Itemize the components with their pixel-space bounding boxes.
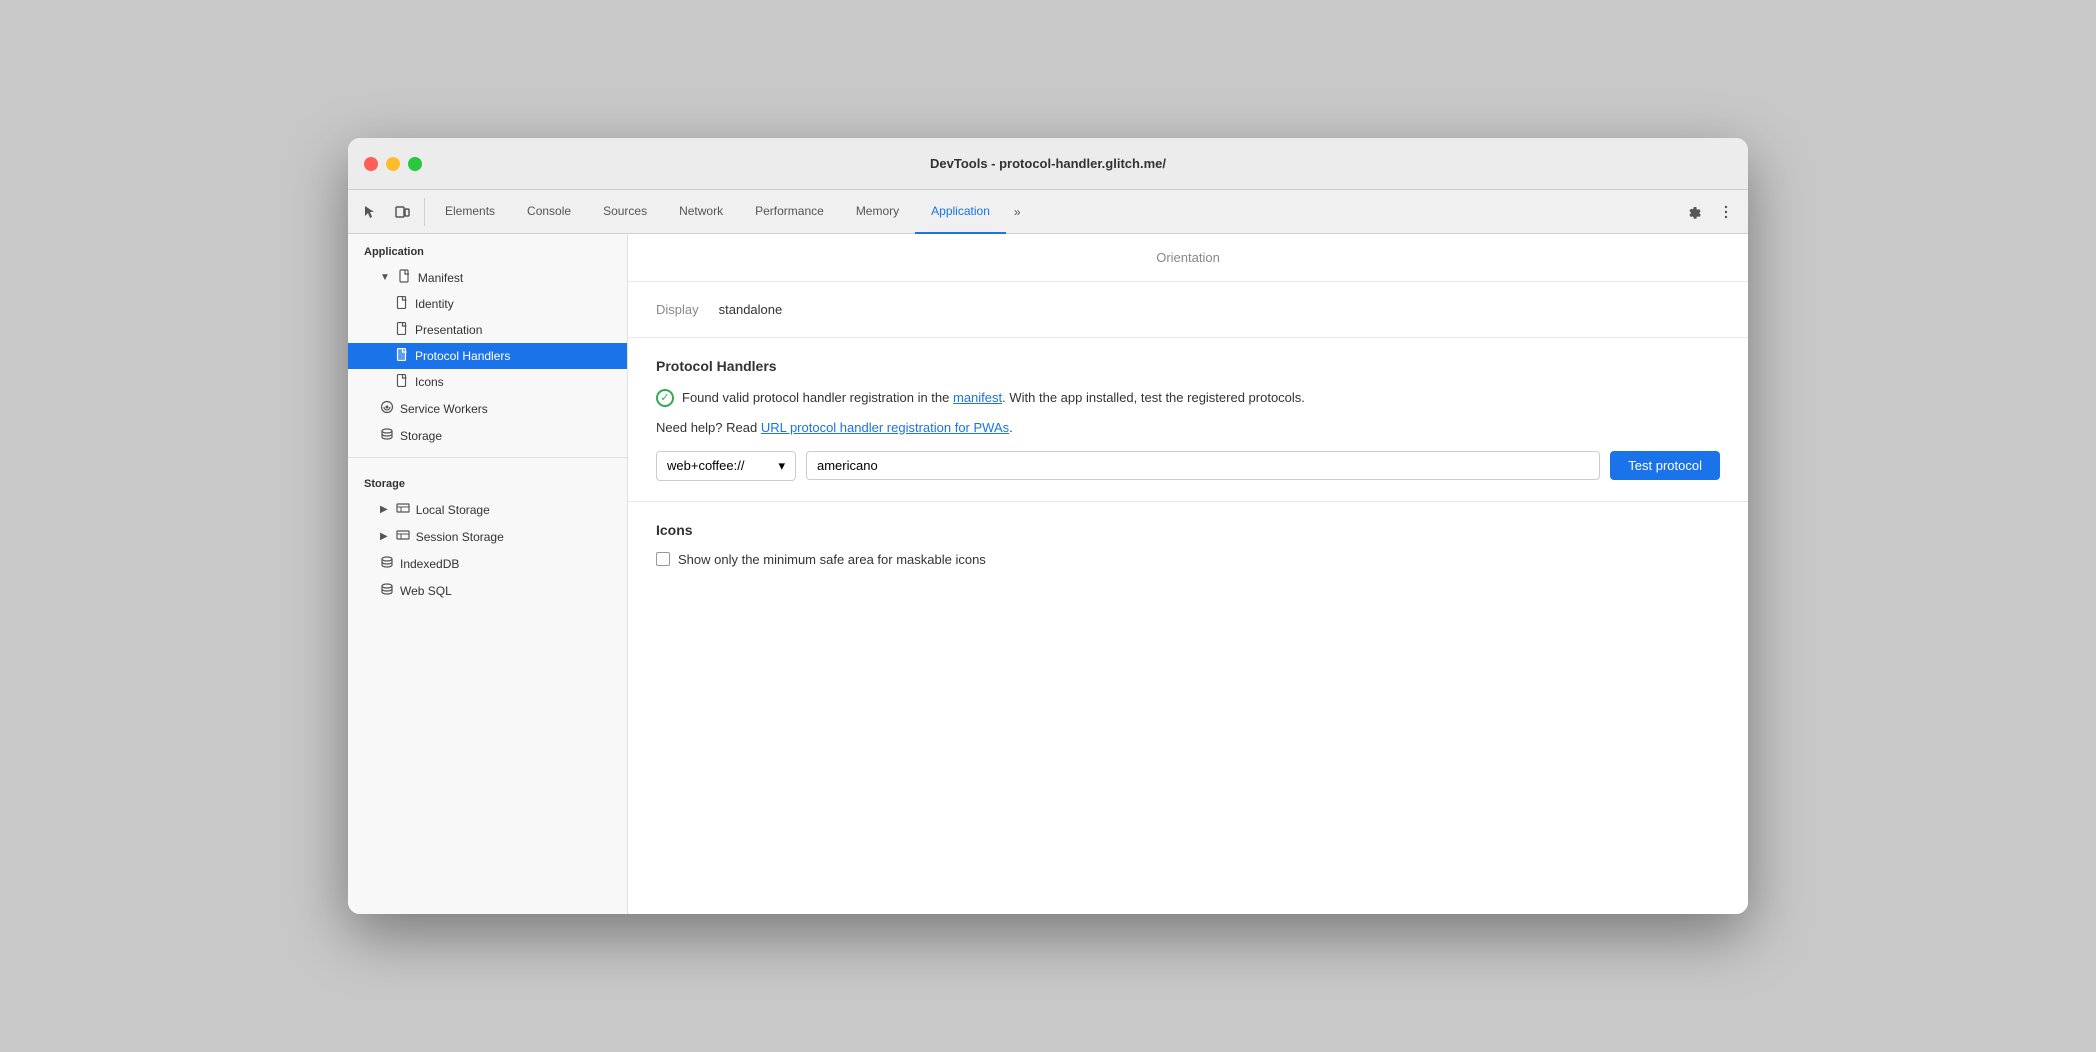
sidebar-item-protocol-handlers[interactable]: Protocol Handlers xyxy=(348,343,627,369)
help-post-text: . xyxy=(1009,420,1013,435)
tab-network[interactable]: Network xyxy=(663,190,739,234)
maskable-checkbox[interactable] xyxy=(656,552,670,566)
sidebar-divider xyxy=(348,457,627,458)
settings-icon[interactable] xyxy=(1680,198,1708,226)
tab-sources[interactable]: Sources xyxy=(587,190,663,234)
more-options-icon[interactable] xyxy=(1712,198,1740,226)
triangle-icon: ▼ xyxy=(380,272,390,283)
protocol-select-value: web+coffee:// xyxy=(667,458,772,473)
tabbar: Elements Console Sources Network Perform… xyxy=(348,190,1748,234)
devtools-window: DevTools - protocol-handler.glitch.me/ E… xyxy=(348,138,1748,914)
sidebar-item-local-storage-label: Local Storage xyxy=(416,503,611,517)
session-storage-triangle-icon: ▶ xyxy=(380,531,388,542)
sidebar: Application ▼ Manifest xyxy=(348,234,628,914)
pwa-link[interactable]: URL protocol handler registration for PW… xyxy=(761,420,1009,435)
inspect-icon[interactable] xyxy=(356,198,384,226)
display-label: Display xyxy=(656,302,699,317)
more-tabs-button[interactable]: » xyxy=(1006,190,1029,234)
chevron-down-icon: ▾ xyxy=(778,458,785,474)
success-post-text: . With the app installed, test the regis… xyxy=(1002,390,1305,405)
icons-section: Icons Show only the minimum safe area fo… xyxy=(628,502,1748,587)
service-workers-icon xyxy=(380,400,394,417)
sidebar-item-session-storage[interactable]: ▶ Session Storage xyxy=(348,523,627,550)
sidebar-item-service-workers-label: Service Workers xyxy=(400,402,611,416)
orientation-row: Orientation xyxy=(628,234,1748,282)
local-storage-triangle-icon: ▶ xyxy=(380,504,388,515)
sidebar-item-manifest[interactable]: ▼ Manifest xyxy=(348,264,627,291)
protocol-input[interactable] xyxy=(806,451,1600,480)
sidebar-item-web-sql[interactable]: Web SQL xyxy=(348,577,627,604)
sidebar-item-web-sql-label: Web SQL xyxy=(400,584,611,598)
tabbar-actions xyxy=(1680,198,1740,226)
storage-section-title: Storage xyxy=(348,466,627,496)
orientation-label: Orientation xyxy=(1156,250,1220,265)
protocol-row: web+coffee:// ▾ Test protocol xyxy=(656,451,1720,481)
protocol-select[interactable]: web+coffee:// ▾ xyxy=(656,451,796,481)
sidebar-item-icons[interactable]: Icons xyxy=(348,369,627,395)
traffic-lights xyxy=(364,157,422,171)
success-pre-text: Found valid protocol handler registratio… xyxy=(682,390,953,405)
icons-title: Icons xyxy=(656,522,1720,538)
tab-console[interactable]: Console xyxy=(511,190,587,234)
presentation-file-icon xyxy=(396,322,409,338)
display-value: standalone xyxy=(719,302,783,317)
minimize-button[interactable] xyxy=(386,157,400,171)
maximize-button[interactable] xyxy=(408,157,422,171)
tab-application[interactable]: Application xyxy=(915,190,1006,234)
icons-file-icon xyxy=(396,374,409,390)
session-storage-icon xyxy=(396,528,410,545)
sidebar-item-indexeddb[interactable]: IndexedDB xyxy=(348,550,627,577)
indexeddb-icon xyxy=(380,555,394,572)
window-title: DevTools - protocol-handler.glitch.me/ xyxy=(930,156,1166,171)
sidebar-item-icons-label: Icons xyxy=(415,375,611,389)
local-storage-icon xyxy=(396,501,410,518)
sidebar-item-storage-label: Storage xyxy=(400,429,611,443)
web-sql-icon xyxy=(380,582,394,599)
sidebar-item-protocol-handlers-label: Protocol Handlers xyxy=(415,349,611,363)
sidebar-item-manifest-label: Manifest xyxy=(418,271,611,285)
storage-icon xyxy=(380,427,394,444)
sidebar-item-indexeddb-label: IndexedDB xyxy=(400,557,611,571)
maskable-icons-row: Show only the minimum safe area for mask… xyxy=(656,552,1720,567)
protocol-handlers-section: Protocol Handlers ✓ Found valid protocol… xyxy=(628,338,1748,502)
devtools-tool-icons xyxy=(356,198,425,226)
main-content: Application ▼ Manifest xyxy=(348,234,1748,914)
app-section-title: Application xyxy=(348,234,627,264)
tab-memory[interactable]: Memory xyxy=(840,190,915,234)
manifest-link[interactable]: manifest xyxy=(953,390,1002,405)
sidebar-item-session-storage-label: Session Storage xyxy=(416,530,611,544)
sidebar-item-storage[interactable]: Storage xyxy=(348,422,627,449)
help-pre-text: Need help? Read xyxy=(656,420,761,435)
content-area: Orientation Display standalone Protocol … xyxy=(628,234,1748,914)
close-button[interactable] xyxy=(364,157,378,171)
manifest-file-icon xyxy=(398,269,412,286)
sidebar-item-service-workers[interactable]: Service Workers xyxy=(348,395,627,422)
device-icon[interactable] xyxy=(388,198,416,226)
sidebar-item-identity-label: Identity xyxy=(415,297,611,311)
success-checkmark-icon: ✓ xyxy=(656,389,674,407)
display-row: Display standalone xyxy=(628,282,1748,338)
help-text-row: Need help? Read URL protocol handler reg… xyxy=(656,420,1720,435)
sidebar-item-local-storage[interactable]: ▶ Local Storage xyxy=(348,496,627,523)
test-protocol-button[interactable]: Test protocol xyxy=(1610,451,1720,480)
tab-elements[interactable]: Elements xyxy=(429,190,511,234)
sidebar-item-identity[interactable]: Identity xyxy=(348,291,627,317)
success-text: Found valid protocol handler registratio… xyxy=(682,388,1305,408)
titlebar: DevTools - protocol-handler.glitch.me/ xyxy=(348,138,1748,190)
protocol-handlers-file-icon xyxy=(396,348,409,364)
tabs: Elements Console Sources Network Perform… xyxy=(429,190,1680,234)
success-message: ✓ Found valid protocol handler registrat… xyxy=(656,388,1720,408)
tab-performance[interactable]: Performance xyxy=(739,190,840,234)
protocol-handlers-title: Protocol Handlers xyxy=(656,358,1720,374)
sidebar-item-presentation[interactable]: Presentation xyxy=(348,317,627,343)
maskable-label: Show only the minimum safe area for mask… xyxy=(678,552,986,567)
identity-file-icon xyxy=(396,296,409,312)
sidebar-item-presentation-label: Presentation xyxy=(415,323,611,337)
